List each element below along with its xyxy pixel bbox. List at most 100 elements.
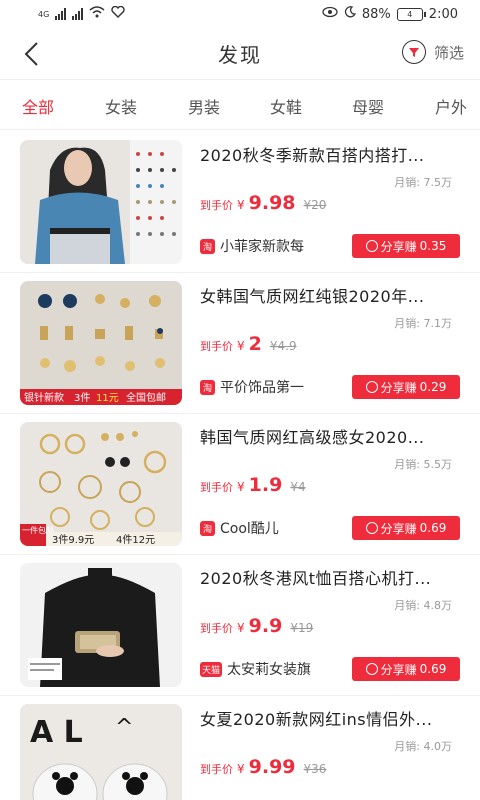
eye-icon	[322, 6, 338, 22]
shop[interactable]: 淘 Cool酷儿	[200, 518, 279, 538]
sales-prefix: 月销:	[394, 599, 424, 612]
currency: ¥	[237, 762, 245, 776]
tab-womens-shoes[interactable]: 女鞋	[270, 94, 302, 118]
product-title[interactable]: 女韩国气质网红纯银2020年...	[200, 283, 462, 307]
currency: ¥	[237, 621, 245, 635]
sales-prefix: 月销:	[394, 458, 424, 471]
filter-button[interactable]: 筛选	[401, 40, 464, 64]
share-earn-button[interactable]: 分享赚 0.69	[352, 516, 460, 540]
shop[interactable]: 淘 平价饰品第一	[200, 377, 304, 397]
product-title[interactable]: 2020秋冬季新款百搭内搭打...	[200, 142, 462, 166]
product-card[interactable]: 2020秋冬港风t恤百搭心机打... 月销: 4.8万 到手价 ¥ 9.9 ¥1…	[0, 555, 480, 696]
tab-womens-clothing[interactable]: 女装	[105, 94, 137, 118]
price: 9.99	[248, 756, 296, 778]
back-button[interactable]	[20, 40, 46, 68]
moon-icon	[344, 6, 356, 22]
price-row: 到手价 ¥ 2 ¥4.9	[200, 333, 297, 355]
tab-mens-clothing[interactable]: 男装	[188, 94, 220, 118]
sales-value: 4.8万	[423, 599, 453, 612]
price-tag: 到手价	[200, 622, 233, 635]
image-banner-text: 4件12元	[116, 534, 155, 546]
image-banner-text: 3件	[74, 392, 90, 404]
image-banner-text: 银针新款	[24, 391, 64, 404]
share-icon	[365, 522, 378, 534]
original-price: ¥20	[303, 198, 327, 212]
signal-icon	[72, 8, 84, 20]
share-amount: 0.69	[419, 521, 447, 535]
product-image	[20, 563, 182, 687]
tab-mother-baby[interactable]: 母婴	[352, 94, 384, 118]
sales-value: 5.5万	[423, 458, 453, 471]
shop[interactable]: 天猫 太安莉女装旗	[200, 659, 311, 679]
product-title[interactable]: 2020秋冬港风t恤百搭心机打...	[200, 565, 462, 589]
category-tabs: 全部 女装 男装 女鞋 母婴 户外	[0, 82, 480, 130]
price-row: 到手价 ¥ 9.98 ¥20	[200, 192, 326, 214]
image-banner-text: 11元	[96, 393, 119, 404]
price-tag: 到手价	[200, 340, 233, 353]
share-icon	[365, 381, 378, 393]
wifi-icon	[89, 6, 105, 22]
original-price: ¥4	[290, 480, 306, 494]
battery-label: 4	[407, 9, 413, 19]
share-label: 分享赚	[380, 239, 417, 254]
sales-prefix: 月销:	[394, 317, 424, 330]
shop-name: 平价饰品第一	[220, 380, 304, 396]
monthly-sales: 月销: 4.8万	[394, 597, 452, 613]
price-row: 到手价 ¥ 9.99 ¥36	[200, 756, 326, 778]
shop-icon: 淘	[200, 238, 215, 254]
product-image: 一件包邮 3件9.9元 4件12元	[20, 422, 182, 546]
sales-value: 4.0万	[423, 740, 453, 753]
price: 9.98	[248, 192, 296, 214]
share-icon	[365, 240, 378, 252]
shop-icon: 淘	[200, 379, 215, 395]
original-price: ¥4.9	[269, 339, 297, 353]
tmall-icon: 天猫	[200, 661, 222, 677]
share-earn-button[interactable]: 分享赚 0.29	[352, 375, 460, 399]
svg-text:A L: A L	[30, 715, 83, 750]
share-label: 分享赚	[380, 521, 417, 536]
sales-value: 7.1万	[423, 317, 453, 330]
signal-icon	[55, 8, 67, 20]
monthly-sales: 月销: 7.5万	[394, 174, 452, 190]
clock: 2:00	[428, 6, 458, 22]
shop[interactable]: 淘 小菲家新款每	[200, 236, 304, 256]
share-earn-button[interactable]: 分享赚 0.35	[352, 234, 460, 258]
product-title[interactable]: 女夏2020新款网红ins情侣外...	[200, 706, 462, 730]
header: 发现 筛选	[0, 28, 480, 80]
battery-percent: 88%	[361, 6, 391, 22]
product-card[interactable]: 银针新款 3件 11元 全国包邮 女韩国气质网红纯银2020年... 月销: 7…	[0, 273, 480, 414]
filter-icon	[401, 40, 426, 64]
original-price: ¥19	[290, 621, 314, 635]
tab-outdoor[interactable]: 户外	[435, 94, 467, 118]
page-title: 发现	[218, 43, 262, 67]
svg-text:^: ^	[115, 715, 133, 740]
currency: ¥	[237, 198, 245, 212]
monthly-sales: 月销: 5.5万	[394, 456, 452, 472]
price: 9.9	[248, 615, 283, 637]
share-label: 分享赚	[380, 662, 417, 677]
product-title[interactable]: 韩国气质网红高级感女2020...	[200, 424, 462, 448]
shop-name: Cool酷儿	[220, 521, 279, 537]
image-banner-text: 全国包邮	[126, 391, 166, 404]
price-tag: 到手价	[200, 199, 233, 212]
monthly-sales: 月销: 7.1万	[394, 315, 452, 331]
price: 1.9	[248, 474, 283, 496]
price: 2	[248, 333, 262, 355]
chevron-left-icon	[24, 42, 38, 66]
tab-all[interactable]: 全部	[22, 94, 54, 118]
product-image: 银针新款 3件 11元 全国包邮	[20, 281, 182, 405]
share-earn-button[interactable]: 分享赚 0.69	[352, 657, 460, 681]
currency: ¥	[237, 339, 245, 353]
heart-icon	[111, 5, 125, 22]
shop-name: 太安莉女装旗	[227, 662, 311, 678]
status-right: 88% 4 2:00	[322, 6, 458, 22]
product-card[interactable]: 2020秋冬季新款百搭内搭打... 月销: 7.5万 到手价 ¥ 9.98 ¥2…	[0, 132, 480, 273]
price-row: 到手价 ¥ 1.9 ¥4	[200, 474, 306, 496]
sales-prefix: 月销:	[394, 740, 424, 753]
product-card[interactable]: A L ^ 女夏2020新款网红ins情侣外... 月销: 4.0万 到手价 ¥…	[0, 696, 480, 800]
price-tag: 到手价	[200, 481, 233, 494]
product-image	[20, 140, 182, 264]
product-image: A L ^	[20, 704, 182, 800]
product-card[interactable]: 一件包邮 3件9.9元 4件12元 韩国气质网红高级感女2020... 月销: …	[0, 414, 480, 555]
share-amount: 0.35	[419, 239, 447, 253]
